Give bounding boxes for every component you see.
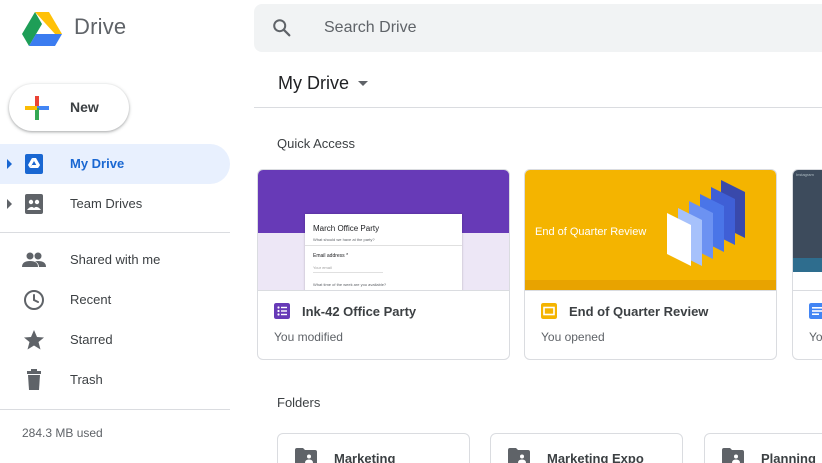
forms-icon <box>274 303 290 319</box>
app-name: Drive <box>74 14 127 39</box>
sidebar-item-label: Starred <box>70 332 113 347</box>
quick-access-card[interactable]: Instagram Yo Yo <box>792 169 822 360</box>
card-title: End of Quarter Review <box>569 304 709 319</box>
people-icon <box>22 252 46 267</box>
card-title: Ink-42 Office Party <box>302 304 417 319</box>
page-title[interactable]: My Drive <box>278 73 349 94</box>
new-button[interactable]: New <box>9 84 129 131</box>
folder-name: Marketing <box>334 451 396 463</box>
quick-access-card[interactable]: End of Quarter Review End of Quarter Rev… <box>524 169 777 360</box>
folder-item[interactable]: Marketing Expo <box>490 433 683 463</box>
form-preview: March Office Party What should we have a… <box>305 214 462 290</box>
my-drive-icon <box>25 154 43 174</box>
folders-label: Folders <box>277 395 321 410</box>
star-icon <box>24 330 44 350</box>
docs-icon <box>809 303 822 319</box>
shared-folder-icon <box>295 448 317 463</box>
expand-arrow-icon[interactable] <box>7 159 12 169</box>
folder-name: Marketing Expo <box>547 451 644 463</box>
card-thumbnail: End of Quarter Review <box>525 170 776 290</box>
drive-logo[interactable]: Drive <box>22 10 126 46</box>
sidebar-item-team-drives[interactable]: Team Drives <box>0 184 230 224</box>
sidebar-item-label: My Drive <box>70 156 125 171</box>
card-subtitle: Yo <box>809 330 822 344</box>
shared-folder-icon <box>722 448 744 463</box>
sidebar-item-label: Trash <box>70 372 103 387</box>
sidebar-item-recent[interactable]: Recent <box>0 280 230 320</box>
trash-icon <box>27 369 41 390</box>
drive-app: Drive New My Drive <box>0 0 822 463</box>
expand-arrow-icon[interactable] <box>7 199 12 209</box>
slide-title-preview: End of Quarter Review <box>535 226 647 238</box>
search-input[interactable] <box>324 4 804 52</box>
plus-icon <box>25 96 49 120</box>
sidebar-item-label: Shared with me <box>70 252 161 267</box>
folder-name: Planning <box>761 451 816 463</box>
slide-graphic <box>667 180 745 266</box>
card-subtitle: You modified <box>274 330 343 344</box>
folder-item[interactable]: Planning <box>704 433 822 463</box>
sidebar-divider <box>0 409 230 410</box>
sidebar-item-starred[interactable]: Starred <box>0 320 230 360</box>
slides-icon <box>541 303 557 319</box>
sidebar-item-shared[interactable]: Shared with me <box>0 240 230 280</box>
card-thumbnail: March Office Party What should we have a… <box>258 170 509 290</box>
sidebar-item-trash[interactable]: Trash <box>0 360 230 400</box>
clock-icon <box>24 290 44 310</box>
header-divider <box>254 107 822 108</box>
shared-folder-icon <box>508 448 530 463</box>
folder-item[interactable]: Marketing <box>277 433 470 463</box>
card-thumbnail: Instagram <box>793 170 822 290</box>
new-button-label: New <box>70 99 99 115</box>
team-drives-icon <box>25 194 43 214</box>
card-subtitle: You opened <box>541 330 605 344</box>
chevron-down-icon[interactable] <box>358 81 368 86</box>
search-icon[interactable] <box>271 17 293 39</box>
sidebar-divider <box>0 232 230 233</box>
sidebar-item-label: Team Drives <box>70 196 143 211</box>
sidebar-item-my-drive[interactable]: My Drive <box>0 144 230 184</box>
storage-usage: 284.3 MB used <box>22 426 103 440</box>
quick-access-label: Quick Access <box>277 136 356 151</box>
quick-access-card[interactable]: March Office Party What should we have a… <box>257 169 510 360</box>
sidebar-item-label: Recent <box>70 292 112 307</box>
search-bar <box>254 4 822 52</box>
drive-logo-icon <box>22 12 62 46</box>
